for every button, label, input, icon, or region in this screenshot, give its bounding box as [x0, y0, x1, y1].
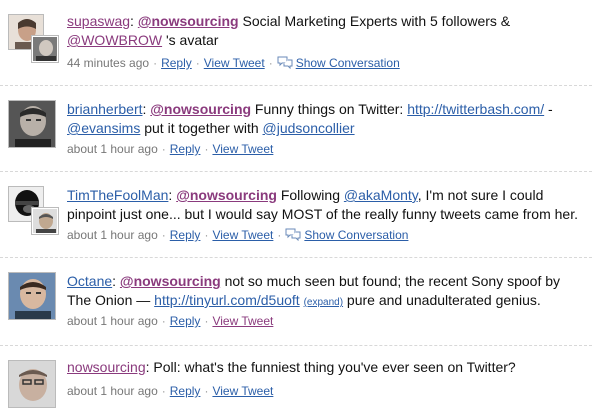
avatar-group [8, 186, 59, 236]
tweet-text: TimTheFoolMan: @nowsourcing Following @a… [67, 187, 578, 222]
tweet-item: supaswag: @nowsourcing Social Marketing … [0, 0, 592, 86]
timeline: supaswag: @nowsourcing Social Marketing … [0, 0, 592, 414]
avatar-small[interactable] [31, 207, 59, 235]
tweet-item: TimTheFoolMan: @nowsourcing Following @a… [0, 172, 592, 258]
show-conversation-link[interactable]: Show Conversation [296, 56, 400, 70]
view-tweet-link[interactable]: View Tweet [212, 228, 273, 242]
mention-link[interactable]: @WOWBROW [67, 32, 162, 48]
tweet-item: nowsourcing: Poll: what's the funniest t… [0, 346, 592, 414]
avatar[interactable] [8, 100, 56, 148]
mention-link[interactable]: @nowsourcing [120, 273, 221, 289]
avatar[interactable] [8, 360, 56, 408]
timestamp[interactable]: about 1 hour ago [67, 142, 158, 156]
mention-link[interactable]: @nowsourcing [176, 187, 277, 203]
tweet-username[interactable]: supaswag [67, 13, 130, 29]
avatar-group [8, 100, 58, 150]
url-link[interactable]: http://tinyurl.com/d5uoft [154, 292, 300, 308]
timestamp[interactable]: about 1 hour ago [67, 384, 158, 398]
show-conversation-link[interactable]: Show Conversation [304, 228, 408, 242]
tweet-item: Octane: @nowsourcing not so much seen bu… [0, 258, 592, 346]
reply-link[interactable]: Reply [170, 384, 201, 398]
tweet-text: Octane: @nowsourcing not so much seen bu… [67, 273, 561, 308]
tweet-text: supaswag: @nowsourcing Social Marketing … [67, 13, 511, 48]
tweet-username[interactable]: Octane [67, 273, 112, 289]
mention-link[interactable]: @akaMonty [344, 187, 418, 203]
mention-link[interactable]: @nowsourcing [138, 13, 239, 29]
avatar-group [8, 272, 58, 322]
tweet-meta: about 1 hour ago · Reply · View Tweet [67, 384, 274, 398]
tweet-meta: about 1 hour ago · Reply · View Tweet · Show C… [67, 228, 409, 244]
timestamp[interactable]: 44 minutes ago [67, 56, 149, 70]
tweet-meta: about 1 hour ago · Reply · View Tweet [67, 142, 274, 156]
tweet-item: brianherbert: @nowsourcing Funny things … [0, 86, 592, 172]
avatar[interactable] [8, 272, 56, 320]
tweet-username[interactable]: brianherbert [67, 101, 143, 117]
conversation-icon [285, 228, 301, 244]
mention-link[interactable]: @evansims [67, 120, 140, 136]
tweet-meta: about 1 hour ago · Reply · View Tweet [67, 314, 274, 328]
reply-link[interactable]: Reply [170, 142, 201, 156]
reply-link[interactable]: Reply [170, 228, 201, 242]
timestamp[interactable]: about 1 hour ago [67, 228, 158, 242]
reply-link[interactable]: Reply [161, 56, 192, 70]
view-tweet-link[interactable]: View Tweet [212, 314, 273, 328]
conversation-icon [277, 56, 293, 72]
mention-link[interactable]: @nowsourcing [150, 101, 251, 117]
view-tweet-link[interactable]: View Tweet [212, 142, 273, 156]
tweet-username[interactable]: TimTheFoolMan [67, 187, 168, 203]
mention-link[interactable]: @judsoncollier [263, 120, 355, 136]
tweet-username[interactable]: nowsourcing [67, 359, 146, 375]
url-link[interactable]: http://twitterbash.com/ [407, 101, 544, 117]
timestamp[interactable]: about 1 hour ago [67, 314, 158, 328]
tweet-text: nowsourcing: Poll: what's the funniest t… [67, 359, 516, 375]
avatar-group [8, 360, 58, 410]
tweet-meta: 44 minutes ago · Reply · View Tweet · Show Con… [67, 56, 400, 72]
avatar-small[interactable] [31, 35, 59, 63]
avatar-group [8, 14, 59, 64]
expand-link[interactable]: (expand) [304, 297, 343, 308]
reply-link[interactable]: Reply [170, 314, 201, 328]
view-tweet-link[interactable]: View Tweet [204, 56, 265, 70]
view-tweet-link[interactable]: View Tweet [212, 384, 273, 398]
tweet-text: brianherbert: @nowsourcing Funny things … [67, 101, 553, 136]
